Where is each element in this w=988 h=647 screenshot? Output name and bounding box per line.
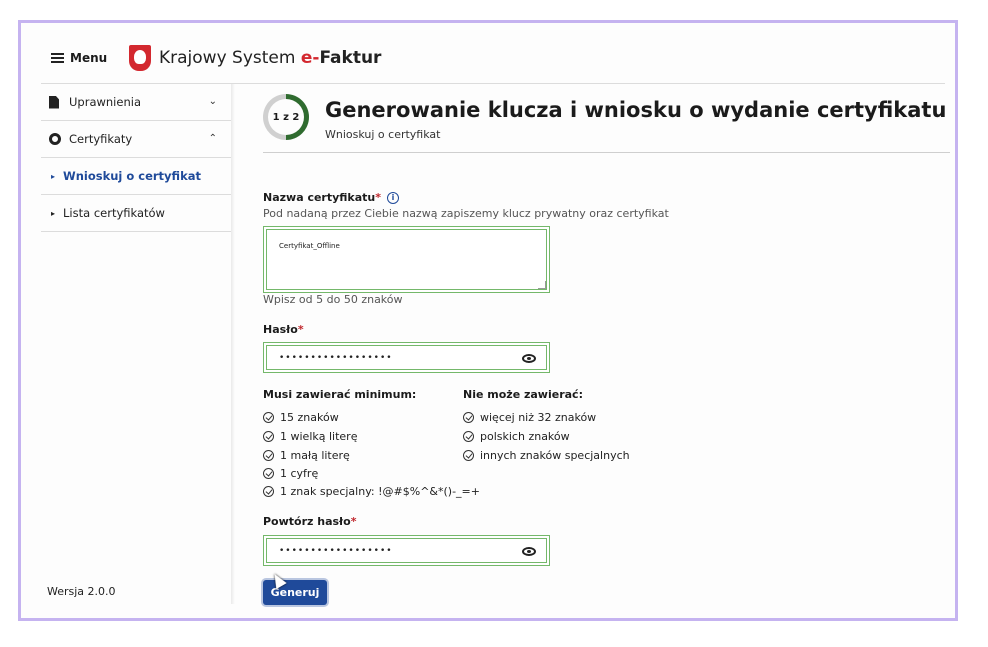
password-field-outline: ••••••••••••••••••	[263, 342, 550, 373]
password-label: Hasło*	[263, 323, 304, 336]
rule-item: 1 małą literę	[263, 449, 350, 462]
cert-name-field-outline: Certyfikat_Offline	[263, 226, 550, 293]
repeat-password-value: ••••••••••••••••••	[279, 545, 393, 556]
must-contain-heading: Musi zawierać minimum:	[263, 388, 417, 401]
rule-item: 15 znaków	[263, 411, 339, 424]
bullet-arrow-icon: ▸	[51, 208, 56, 218]
rule-item: 1 znak specjalny: !@#$%^&*()-_=+	[263, 485, 480, 498]
sidebar-item-label: Wnioskuj o certyfikat	[63, 169, 201, 183]
menu-label: Menu	[70, 51, 108, 65]
app-logo[interactable]: Krajowy System e-Faktur	[129, 45, 381, 71]
info-icon[interactable]: i	[387, 192, 400, 204]
ring-icon	[49, 133, 61, 145]
resize-handle-icon[interactable]	[538, 281, 546, 289]
page-title: Generowanie klucza i wniosku o wydanie c…	[325, 98, 947, 122]
check-circle-icon	[463, 431, 474, 442]
check-circle-icon	[463, 450, 474, 461]
eagle-emblem-icon	[129, 45, 151, 71]
bullet-arrow-icon: ▸	[51, 171, 56, 181]
check-circle-icon	[463, 412, 474, 423]
sidebar-item-label: Lista certyfikatów	[63, 206, 165, 220]
cert-name-hint: Wpisz od 5 do 50 znaków	[263, 293, 403, 306]
step-progress-indicator: 1 z 2	[263, 94, 309, 140]
password-input[interactable]: ••••••••••••••••••	[266, 345, 547, 370]
app-window: Menu Krajowy System e-Faktur Uprawnienia…	[18, 20, 958, 621]
top-bar: Menu Krajowy System e-Faktur	[21, 23, 955, 84]
cert-name-input[interactable]: Certyfikat_Offline	[266, 229, 547, 290]
chevron-down-icon: ⌄	[208, 96, 217, 107]
sidebar: Uprawnienia ⌄ Certyfikaty ⌃ ▸ Wnioskuj o…	[41, 84, 231, 604]
rule-item: polskich znaków	[463, 430, 570, 443]
repeat-password-input[interactable]: ••••••••••••••••••	[266, 538, 547, 563]
rule-item: więcej niż 32 znaków	[463, 411, 596, 424]
cert-name-description: Pod nadaną przez Ciebie nazwą zapiszemy …	[263, 207, 669, 220]
sidebar-divider	[231, 84, 235, 604]
version-label: Wersja 2.0.0	[47, 585, 116, 598]
title-divider	[263, 152, 950, 153]
repeat-password-label: Powtórz hasło*	[263, 515, 357, 528]
hamburger-icon	[51, 53, 64, 63]
sidebar-item-label: Certyfikaty	[69, 132, 133, 146]
document-icon	[49, 95, 59, 109]
sidebar-item-wnioskuj[interactable]: ▸ Wnioskuj o certyfikat	[41, 158, 231, 195]
sidebar-item-lista[interactable]: ▸ Lista certyfikatów	[41, 195, 231, 232]
cert-name-label: Nazwa certyfikatu* i	[263, 191, 400, 204]
repeat-password-field-outline: ••••••••••••••••••	[263, 535, 550, 566]
sidebar-item-uprawnienia[interactable]: Uprawnienia ⌄	[41, 84, 231, 121]
check-circle-icon	[263, 486, 274, 497]
chevron-up-icon: ⌃	[208, 133, 217, 144]
password-value: ••••••••••••••••••	[279, 352, 393, 363]
app-title: Krajowy System e-Faktur	[159, 48, 382, 68]
page-subtitle: Wnioskuj o certyfikat	[325, 128, 441, 141]
check-circle-icon	[263, 431, 274, 442]
check-circle-icon	[263, 450, 274, 461]
step-label: 1 z 2	[268, 99, 304, 135]
rule-item: 1 wielką literę	[263, 430, 357, 443]
cannot-contain-heading: Nie może zawierać:	[463, 388, 583, 401]
rule-item: innych znaków specjalnych	[463, 449, 630, 462]
menu-button[interactable]: Menu	[51, 51, 107, 65]
eye-icon[interactable]	[522, 547, 536, 556]
check-circle-icon	[263, 412, 274, 423]
rule-item: 1 cyfrę	[263, 467, 318, 480]
eye-icon[interactable]	[522, 354, 536, 363]
sidebar-item-label: Uprawnienia	[69, 95, 141, 109]
sidebar-item-certyfikaty[interactable]: Certyfikaty ⌃	[41, 121, 231, 158]
check-circle-icon	[263, 468, 274, 479]
